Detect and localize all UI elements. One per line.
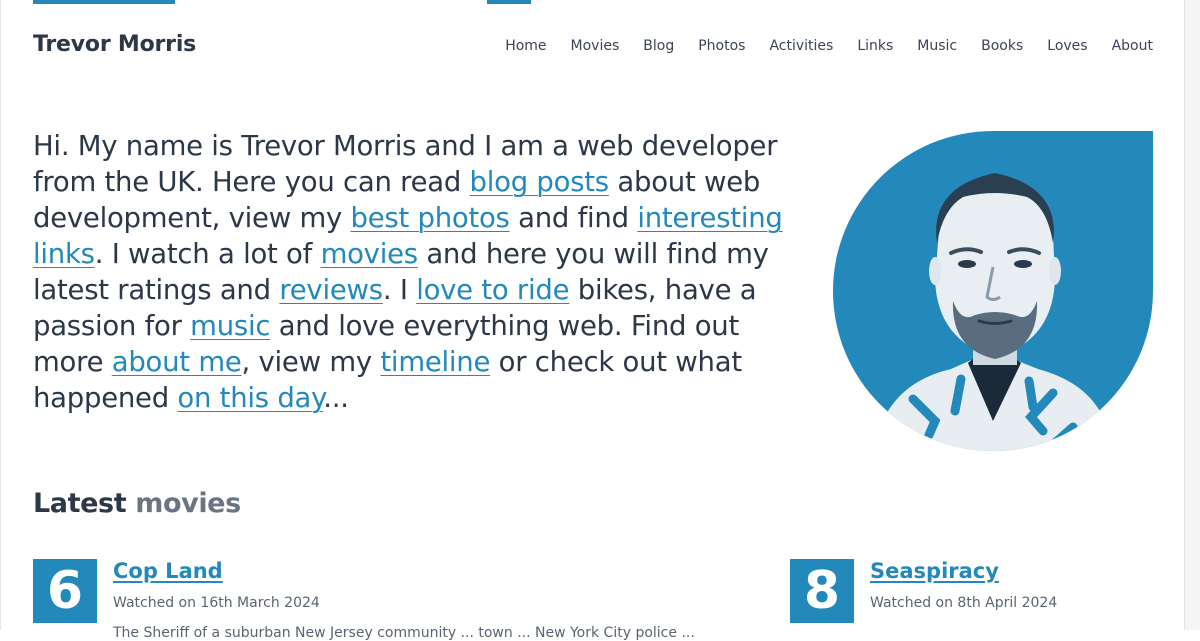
intro-text: and find bbox=[509, 202, 638, 234]
blog-posts-link[interactable]: blog posts bbox=[470, 166, 610, 198]
page-scrollbar[interactable] bbox=[1184, 0, 1200, 630]
main-nav: Home Movies Blog Photos Activities Links… bbox=[481, 38, 1153, 54]
intro-text: , view my bbox=[241, 346, 381, 378]
nav-item-blog[interactable]: Blog bbox=[643, 38, 674, 54]
heading-bold-text: Latest bbox=[33, 488, 127, 519]
nav-item-activities[interactable]: Activities bbox=[769, 38, 833, 54]
movie-excerpt: The Sheriff of a suburban New Jersey com… bbox=[113, 625, 695, 641]
music-link[interactable]: music bbox=[190, 310, 270, 342]
on-this-day-link[interactable]: on this day bbox=[177, 382, 323, 414]
intro-paragraph: Hi. My name is Trevor Morris and I am a … bbox=[33, 128, 793, 416]
frame-left-edge bbox=[0, 0, 1, 630]
intro-text: ... bbox=[323, 382, 349, 414]
intro-section: Hi. My name is Trevor Morris and I am a … bbox=[33, 128, 793, 416]
nav-item-movies[interactable]: Movies bbox=[571, 38, 620, 54]
watched-date: Watched on 8th April 2024 bbox=[870, 595, 1058, 611]
heading-muted-text: movies bbox=[135, 488, 241, 519]
best-photos-link[interactable]: best photos bbox=[351, 202, 510, 234]
site-title-link[interactable]: Trevor Morris bbox=[33, 32, 196, 57]
watched-date: Watched on 16th March 2024 bbox=[113, 595, 320, 611]
nav-item-about[interactable]: About bbox=[1112, 38, 1153, 54]
reviews-link[interactable]: reviews bbox=[279, 274, 383, 306]
about-me-link[interactable]: about me bbox=[112, 346, 242, 378]
timeline-link[interactable]: timeline bbox=[380, 346, 490, 378]
movies-link[interactable]: movies bbox=[321, 238, 419, 270]
nav-active-indicator bbox=[487, 0, 531, 4]
movie-title-link[interactable]: Cop Land bbox=[113, 559, 223, 583]
rating-badge: 6 bbox=[33, 559, 97, 623]
movie-title-link[interactable]: Seaspiracy bbox=[870, 559, 999, 583]
nav-item-links[interactable]: Links bbox=[857, 38, 893, 54]
nav-item-home[interactable]: Home bbox=[505, 38, 546, 54]
nav-item-loves[interactable]: Loves bbox=[1047, 38, 1087, 54]
nav-item-photos[interactable]: Photos bbox=[698, 38, 745, 54]
nav-item-books[interactable]: Books bbox=[981, 38, 1023, 54]
profile-photo bbox=[833, 131, 1153, 451]
nav-item-music[interactable]: Music bbox=[917, 38, 957, 54]
love-to-ride-link[interactable]: love to ride bbox=[416, 274, 569, 306]
latest-movies-heading: Latest movies bbox=[33, 488, 241, 519]
intro-text: . I watch a lot of bbox=[94, 238, 321, 270]
intro-text: . I bbox=[382, 274, 417, 306]
site-title-accent-bar bbox=[33, 0, 175, 4]
rating-badge: 8 bbox=[790, 559, 854, 623]
